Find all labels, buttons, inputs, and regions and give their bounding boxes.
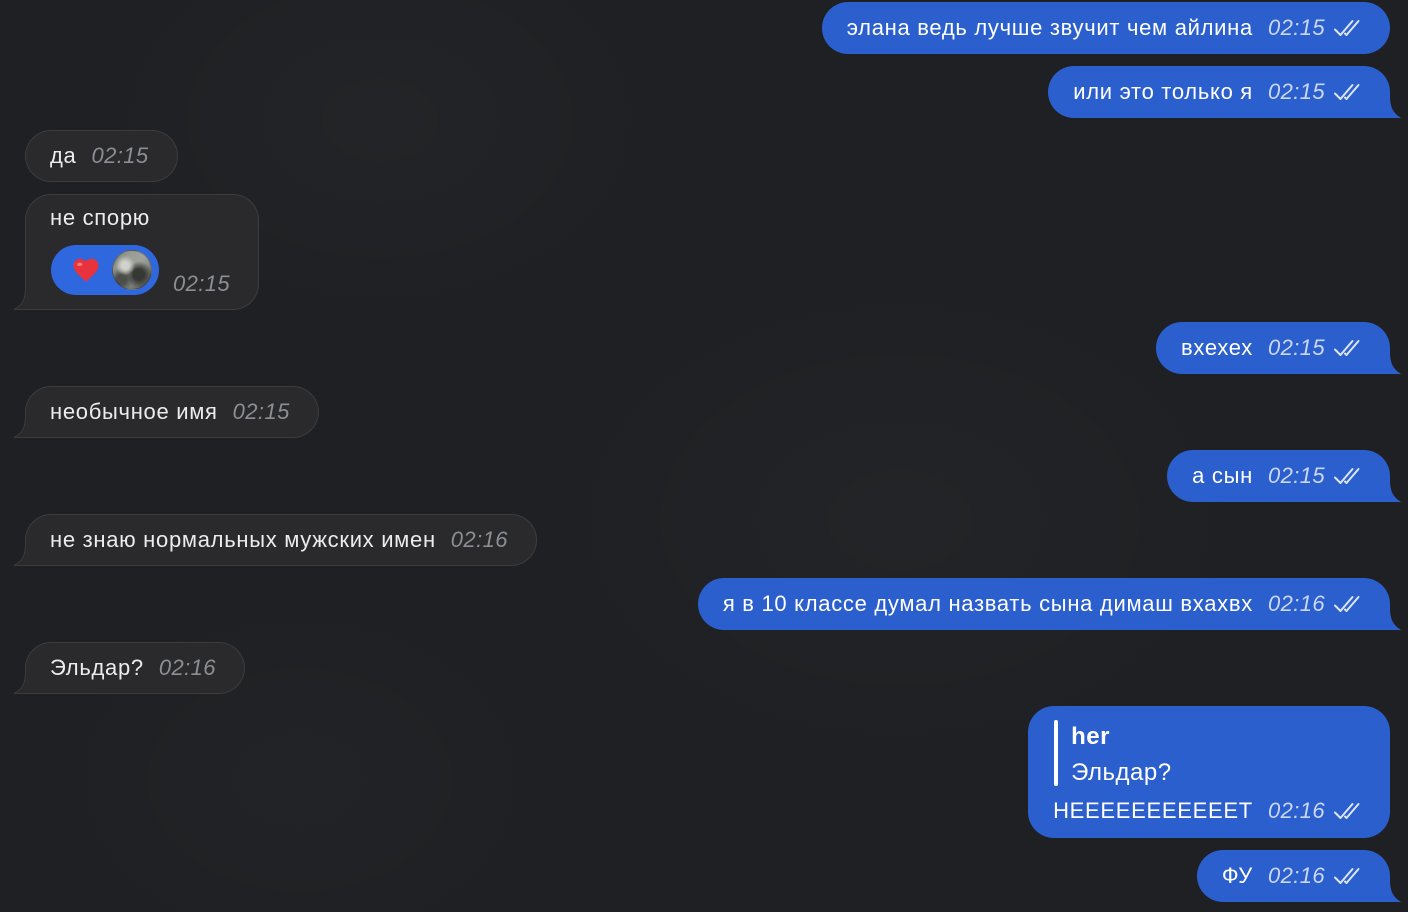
message-time: 02:16 (1267, 863, 1325, 888)
bubble-tail (1374, 880, 1401, 902)
message-row: я в 10 классе думал назвать сына димаш в… (25, 578, 1401, 630)
message-text: элана ведь лучше звучит чем айлина (846, 15, 1253, 40)
message-meta: 02:16 (1253, 863, 1362, 889)
double-check-icon (1334, 596, 1360, 612)
message-row: да 02:15 (25, 130, 1390, 182)
message-text: я в 10 классе думал назвать сына димаш в… (722, 591, 1253, 616)
reaction-pill[interactable] (51, 245, 159, 295)
outgoing-message[interactable]: а сын 02:15 (1167, 450, 1401, 502)
incoming-message[interactable]: необычное имя 02:15 (13, 386, 319, 438)
bubble-tail (13, 288, 41, 310)
message-row: вхехех 02:15 (25, 322, 1401, 374)
message-time: 02:15 (173, 271, 231, 296)
message-row: элана ведь лучше звучит чем айлина 02:15 (25, 2, 1390, 54)
message-text: вхехех (1181, 335, 1253, 360)
message-row: необычное имя 02:15 (13, 386, 1390, 438)
reactor-avatar[interactable] (112, 250, 152, 290)
message-text: не знаю нормальных мужских имен (50, 527, 436, 552)
red-heart-icon (73, 258, 99, 282)
message-text: или это только я (1073, 79, 1253, 104)
message-row: или это только я 02:15 (25, 66, 1401, 118)
double-check-icon (1334, 803, 1360, 819)
chat-history[interactable]: элана ведь лучше звучит чем айлина 02:15… (0, 0, 1408, 912)
incoming-message[interactable]: Эльдар? 02:16 (13, 642, 245, 694)
message-row: her Эльдар? НЕЕЕЕЕЕЕЕЕЕЕТ 02:16 (25, 706, 1390, 838)
outgoing-message[interactable]: элана ведь лучше звучит чем айлина 02:15 (821, 2, 1390, 54)
message-meta: 02:15 (1253, 463, 1362, 489)
message-text: не спорю (50, 205, 150, 230)
message-time: 02:15 (232, 399, 290, 424)
message-text: НЕЕЕЕЕЕЕЕЕЕЕТ (1053, 798, 1253, 823)
double-check-icon (1334, 20, 1360, 36)
bubble-tail (13, 416, 41, 438)
message-meta: 02:15 (1253, 79, 1362, 105)
incoming-message[interactable]: да 02:15 (25, 130, 178, 182)
message-text: ФУ (1221, 863, 1253, 888)
message-time: 02:15 (1267, 463, 1325, 488)
double-check-icon (1334, 868, 1360, 884)
message-time: 02:16 (450, 527, 508, 552)
message-row: а сын 02:15 (25, 450, 1401, 502)
outgoing-message[interactable]: я в 10 классе думал назвать сына димаш в… (697, 578, 1401, 630)
reaction-row: 02:15 (50, 245, 231, 296)
message-text: необычное имя (50, 399, 218, 424)
message-time: 02:15 (1267, 335, 1325, 360)
message-time: 02:16 (158, 655, 216, 680)
incoming-message[interactable]: не знаю нормальных мужских имен 02:16 (13, 514, 537, 566)
message-meta: 02:16 (1253, 591, 1362, 617)
bubble-tail (1374, 608, 1401, 630)
outgoing-message[interactable]: ФУ 02:16 (1196, 850, 1401, 902)
quote-text: Эльдар? (1071, 759, 1172, 786)
quoted-message[interactable]: her Эльдар? (1054, 720, 1362, 786)
outgoing-message[interactable]: или это только я 02:15 (1048, 66, 1401, 118)
bubble-tail (1374, 480, 1401, 502)
double-check-icon (1334, 468, 1360, 484)
message-time: 02:15 (1267, 15, 1325, 40)
message-meta: 02:16 (1253, 798, 1362, 824)
bubble-tail (13, 672, 41, 694)
message-time: 02:16 (1267, 591, 1325, 616)
bubble-tail (13, 544, 41, 566)
message-row: ФУ 02:16 (25, 850, 1401, 902)
outgoing-message[interactable]: вхехех 02:15 (1156, 322, 1401, 374)
bubble-tail (1374, 352, 1401, 374)
quote-bar (1054, 720, 1059, 786)
message-time: 02:16 (1267, 798, 1325, 823)
message-row: не спорю 02:15 (13, 194, 1390, 310)
message-meta: 02:15 (1253, 15, 1362, 41)
message-time: 02:15 (1267, 79, 1325, 104)
message-text: да (50, 143, 77, 168)
message-text: Эльдар? (50, 655, 144, 680)
bubble-tail (1374, 96, 1401, 118)
double-check-icon (1334, 84, 1360, 100)
reply-message[interactable]: her Эльдар? НЕЕЕЕЕЕЕЕЕЕЕТ 02:16 (1028, 706, 1390, 838)
message-text: а сын (1192, 463, 1253, 488)
message-row: не знаю нормальных мужских имен 02:16 (13, 514, 1390, 566)
message-time: 02:15 (91, 143, 149, 168)
message-row: Эльдар? 02:16 (13, 642, 1390, 694)
reply-main-line: НЕЕЕЕЕЕЕЕЕЕЕТ 02:16 (1053, 798, 1362, 824)
incoming-message[interactable]: не спорю 02:15 (13, 194, 260, 310)
message-meta: 02:15 (1253, 335, 1362, 361)
double-check-icon (1334, 340, 1360, 356)
quote-author: her (1071, 723, 1110, 750)
